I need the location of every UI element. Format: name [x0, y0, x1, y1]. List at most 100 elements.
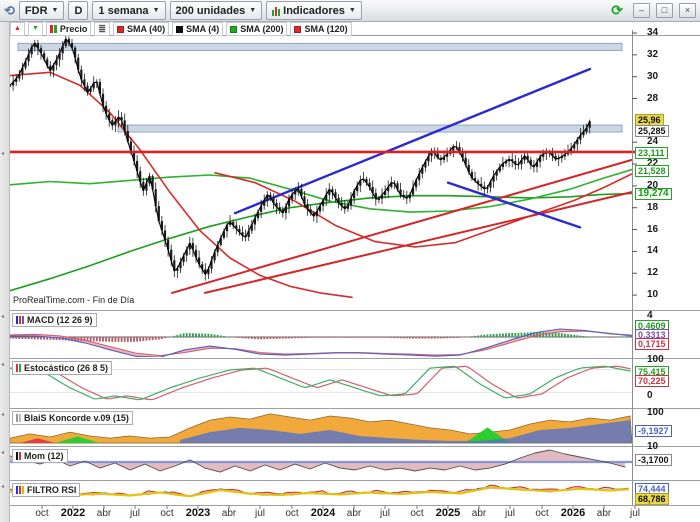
close-button[interactable]: ×: [679, 3, 696, 18]
symbol-label: FDR: [24, 4, 48, 17]
legend-sma-3[interactable]: SMA (120): [290, 22, 352, 36]
x-axis-label: oct: [35, 508, 49, 519]
timeframe-dropdown[interactable]: 1 semana ▼: [92, 1, 166, 20]
sma-legend-label: SMA (4): [186, 24, 220, 34]
chevron-down-icon: ▼: [152, 7, 160, 14]
overlay-sma120: [10, 168, 632, 213]
symbol-dropdown[interactable]: FDR ▼: [18, 1, 65, 20]
units-dropdown[interactable]: 200 unidades ▼: [169, 1, 263, 20]
panel-collapse-arrow-icon[interactable]: ◂: [1, 411, 4, 418]
overlay-trend-red-up-2: [204, 191, 632, 294]
sma-color-swatch: [116, 25, 124, 33]
koncorde-icon: [16, 414, 21, 422]
x-axis-label: oct: [410, 508, 424, 519]
x-axis-label: jul: [629, 508, 641, 519]
indicators-label: Indicadores: [283, 4, 345, 17]
candle-icon: [49, 25, 57, 33]
x-axis-label: abr: [471, 508, 487, 519]
toolbar: ⟲ FDR ▼ D 1 semana ▼ 200 unidades ▼ Indicad…: [0, 0, 700, 22]
price-axis-tick: 32: [647, 48, 659, 60]
filtro-rsi-value-label: 68,786: [635, 493, 669, 505]
x-axis-label: abr: [96, 508, 112, 519]
panel-collapse-arrow-icon[interactable]: ◂: [1, 449, 4, 456]
sma-legend-label: SMA (40): [126, 24, 166, 34]
x-axis-label: jul: [129, 508, 141, 519]
panel-label-estocastico[interactable]: Estocástico (26 8 5): [12, 361, 113, 375]
resistance-band: [117, 124, 623, 133]
x-axis-label: 2026: [560, 507, 586, 519]
panel-collapse-arrow-icon[interactable]: ◂: [1, 483, 4, 490]
sma-color-swatch: [176, 25, 184, 33]
panel-title: Estocástico (26 8 5): [24, 363, 109, 373]
maximize-button[interactable]: □: [656, 3, 673, 18]
x-axis-label: 2025: [435, 507, 461, 519]
koncorde-axis-tick: 100: [647, 407, 664, 418]
minimize-button[interactable]: –: [633, 3, 650, 18]
arrow-up-icon: ▲: [14, 25, 21, 32]
x-axis-label: 2022: [60, 507, 86, 519]
price-axis-tick: 16: [647, 223, 659, 235]
refresh-icon[interactable]: ⟳: [611, 2, 623, 19]
sync-icon[interactable]: ⟲: [4, 3, 15, 19]
panel-label-mom[interactable]: Mom (12): [12, 449, 68, 463]
panel-label-koncorde[interactable]: BlaiS Koncorde v.09 (15): [12, 411, 133, 425]
panel-title: FILTRO RSI: [27, 485, 77, 495]
sma-color-swatch: [230, 25, 238, 33]
legend-sma-1[interactable]: SMA (4): [172, 22, 224, 36]
branding-text: ProRealTime.com - Fin de Día: [12, 295, 136, 305]
indicators-icon: [272, 6, 281, 16]
timeframe-label: 1 semana: [98, 4, 149, 17]
sma-legend-label: SMA (200): [240, 24, 284, 34]
chevron-down-icon: ▼: [348, 7, 356, 14]
x-axis-label: 2023: [185, 507, 211, 519]
estocastico-axis-tick: 0: [647, 390, 653, 401]
estocastico-icon: [16, 364, 21, 372]
x-axis-label: abr: [221, 508, 237, 519]
scale-down-button[interactable]: ▼: [27, 22, 43, 36]
left-panel-strip[interactable]: ◂ ◂ ◂ ◂ ◂ ◂: [0, 22, 10, 522]
list-icon: ≣: [98, 24, 106, 34]
panel-label-filtro-rsi[interactable]: FILTRO RSI: [12, 483, 81, 497]
history-label: D: [74, 4, 83, 17]
price-axis-tick: 18: [647, 201, 659, 213]
scale-up-button[interactable]: ▲: [10, 22, 25, 36]
sma-legend-label: SMA (120): [304, 24, 348, 34]
legend-settings-button[interactable]: ≣: [94, 22, 110, 36]
x-axis-label: jul: [504, 508, 516, 519]
price-legend: ▲ ▼ Precio ≣ SMA (40) SMA (4) SMA (200) SMA…: [10, 22, 352, 36]
x-axis-label: 2024: [310, 507, 336, 519]
arrow-down-icon: ▼: [31, 25, 39, 32]
price-axis-label: 25,285: [635, 125, 669, 137]
mom-value-label: -3,1700: [635, 454, 672, 466]
chart-canvas[interactable]: [0, 0, 700, 522]
history-button[interactable]: D: [68, 1, 89, 20]
price-axis-tick: 34: [647, 27, 659, 38]
price-axis-label: 23,111: [635, 147, 668, 159]
price-axis-label: 19,274: [635, 188, 672, 200]
panel-collapse-arrow-icon[interactable]: ◂: [1, 150, 4, 157]
x-axis-label: jul: [254, 508, 266, 519]
legend-price[interactable]: Precio: [45, 22, 92, 36]
panel-title: Mom (12): [24, 451, 64, 461]
price-axis-tick: 12: [647, 267, 659, 279]
x-axis-label: abr: [596, 508, 612, 519]
chevron-down-icon: ▼: [51, 7, 59, 14]
overlay-sma4: [10, 38, 591, 275]
panel-label-macd[interactable]: MACD (12 26 9): [12, 313, 97, 327]
legend-sma-2[interactable]: SMA (200): [226, 22, 288, 36]
panel-collapse-arrow-icon[interactable]: ◂: [1, 361, 4, 368]
prorealtime-window: { "window": {"minimize": "–", "maximize"…: [0, 0, 700, 522]
filtro-rsi-icon: [16, 486, 24, 494]
mom-axis-tick: 10: [647, 441, 659, 452]
x-axis-label: abr: [346, 508, 362, 519]
x-axis-label: oct: [535, 508, 549, 519]
koncorde-value-label: -9,1927: [635, 425, 672, 437]
panel-collapse-arrow-icon[interactable]: ◂: [1, 313, 4, 320]
panel-title: BlaiS Koncorde v.09 (15): [24, 413, 129, 423]
estocastico-value-label: 70,225: [635, 375, 669, 387]
x-axis-label: oct: [285, 508, 299, 519]
macd-icon: [16, 316, 24, 324]
legend-sma-0[interactable]: SMA (40): [112, 22, 170, 36]
price-axis-tick: 14: [647, 245, 659, 257]
indicators-dropdown[interactable]: Indicadores ▼: [266, 1, 362, 20]
